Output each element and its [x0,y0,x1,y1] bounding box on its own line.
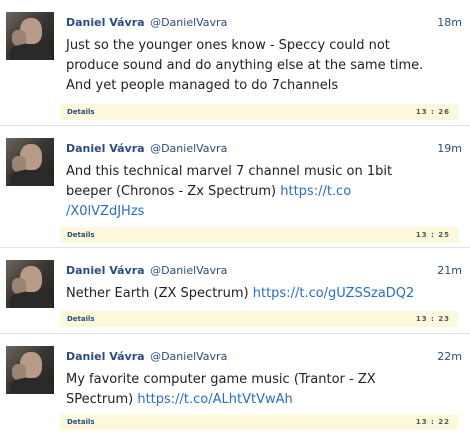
tweet-time[interactable]: 19m [437,141,462,157]
tweet-link[interactable]: https://t.co/gUZSSzaDQ2 [253,286,415,301]
avatar[interactable] [6,138,54,186]
avatar[interactable] [6,346,54,394]
details-link[interactable]: Details [67,227,95,243]
tweet-header: Daniel Vávra @DanielVavra 22m [66,349,462,365]
author-handle[interactable]: @DanielVavra [150,350,227,363]
details-timestamp: 13 : 26 [415,108,450,116]
details-timestamp: 13 : 25 [415,231,450,239]
details-link[interactable]: Details [67,311,95,327]
details-bar: Details 13 : 25 [60,227,458,243]
details-timestamp: 13 : 22 [415,418,450,426]
details-bar: Details 13 : 26 [60,104,458,120]
avatar[interactable] [6,260,54,308]
tweet-link[interactable]: https://t.co/ALhtVtVwAh [137,392,292,407]
author-name[interactable]: Daniel Vávra [66,142,145,155]
tweet-item: Daniel Vávra @DanielVavra 18m Just so th… [0,0,470,126]
author-handle[interactable]: @DanielVavra [150,142,227,155]
author-name[interactable]: Daniel Vávra [66,350,145,363]
tweet-body: Nether Earth (ZX Spectrum) [66,286,253,301]
author-handle[interactable]: @DanielVavra [150,16,227,29]
tweet-header: Daniel Vávra @DanielVavra 18m [66,15,462,31]
details-bar: Details 13 : 23 [60,311,458,327]
tweet-text: And this technical marvel 7 channel musi… [66,162,462,222]
tweet-timeline: Daniel Vávra @DanielVavra 18m Just so th… [0,0,470,443]
details-link[interactable]: Details [67,414,95,430]
tweet-text: My favorite computer game music (Trantor… [66,370,462,410]
tweet-item: Daniel Vávra @DanielVavra 19m And this t… [0,126,470,248]
tweet-item: Daniel Vávra @DanielVavra 21m Nether Ear… [0,248,470,334]
tweet-item: Daniel Vávra @DanielVavra 22m My favorit… [0,334,470,443]
details-bar: Details 13 : 22 [60,414,458,430]
author-handle[interactable]: @DanielVavra [150,264,227,277]
author-name[interactable]: Daniel Vávra [66,264,145,277]
avatar[interactable] [6,12,54,60]
tweet-time[interactable]: 18m [437,15,462,31]
tweet-body: Just so the younger ones know - Speccy c… [66,38,424,93]
tweet-text: Just so the younger ones know - Speccy c… [66,36,462,96]
tweet-time[interactable]: 21m [437,263,462,279]
tweet-header: Daniel Vávra @DanielVavra 21m [66,263,462,279]
details-link[interactable]: Details [67,104,95,120]
tweet-text: Nether Earth (ZX Spectrum) https://t.co/… [66,284,462,304]
details-timestamp: 13 : 23 [415,315,450,323]
author-name[interactable]: Daniel Vávra [66,16,145,29]
tweet-header: Daniel Vávra @DanielVavra 19m [66,141,462,157]
tweet-time[interactable]: 22m [437,349,462,365]
